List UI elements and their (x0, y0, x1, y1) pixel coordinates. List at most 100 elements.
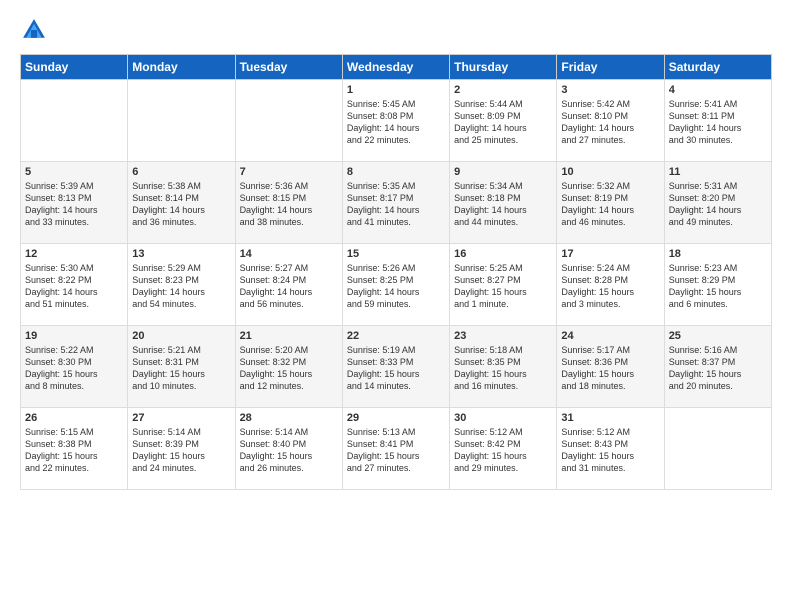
calendar-cell: 22 Sunrise: 5:19 AM Sunset: 8:33 PM Dayli… (342, 326, 449, 408)
day-info: Sunrise: 5:23 AM Sunset: 8:29 PM Dayligh… (669, 262, 767, 311)
day-info: Sunrise: 5:32 AM Sunset: 8:19 PM Dayligh… (561, 180, 659, 229)
calendar-cell: 30 Sunrise: 5:12 AM Sunset: 8:42 PM Dayli… (450, 408, 557, 490)
day-info: Sunrise: 5:38 AM Sunset: 8:14 PM Dayligh… (132, 180, 230, 229)
calendar-cell: 4 Sunrise: 5:41 AM Sunset: 8:11 PM Daylig… (664, 80, 771, 162)
day-info: Sunrise: 5:16 AM Sunset: 8:37 PM Dayligh… (669, 344, 767, 393)
day-info: Sunrise: 5:19 AM Sunset: 8:33 PM Dayligh… (347, 344, 445, 393)
day-number: 12 (25, 248, 123, 260)
day-number: 19 (25, 330, 123, 342)
calendar-cell: 25 Sunrise: 5:16 AM Sunset: 8:37 PM Dayli… (664, 326, 771, 408)
day-number: 7 (240, 166, 338, 178)
day-number: 25 (669, 330, 767, 342)
logo (20, 16, 52, 44)
day-number: 10 (561, 166, 659, 178)
weekday-header-monday: Monday (128, 55, 235, 80)
calendar-cell: 13Sunrise: 5:29 AM Sunset: 8:23 PM Dayli… (128, 244, 235, 326)
day-info: Sunrise: 5:39 AM Sunset: 8:13 PM Dayligh… (25, 180, 123, 229)
calendar-cell: 23 Sunrise: 5:18 AM Sunset: 8:35 PM Dayli… (450, 326, 557, 408)
day-info: Sunrise: 5:14 AM Sunset: 8:39 PM Dayligh… (132, 426, 230, 475)
day-info: Sunrise: 5:14 AM Sunset: 8:40 PM Dayligh… (240, 426, 338, 475)
calendar-cell: 7 Sunrise: 5:36 AM Sunset: 8:15 PM Daylig… (235, 162, 342, 244)
day-number: 1 (347, 84, 445, 96)
day-number: 22 (347, 330, 445, 342)
day-info: Sunrise: 5:21 AM Sunset: 8:31 PM Dayligh… (132, 344, 230, 393)
day-number: 17 (561, 248, 659, 260)
calendar-cell: 16 Sunrise: 5:25 AM Sunset: 8:27 PM Dayli… (450, 244, 557, 326)
calendar-cell: 27 Sunrise: 5:14 AM Sunset: 8:39 PM Dayli… (128, 408, 235, 490)
day-info: Sunrise: 5:18 AM Sunset: 8:35 PM Dayligh… (454, 344, 552, 393)
day-info: Sunrise: 5:13 AM Sunset: 8:41 PM Dayligh… (347, 426, 445, 475)
day-info: Sunrise: 5:41 AM Sunset: 8:11 PM Dayligh… (669, 98, 767, 147)
calendar-cell (235, 80, 342, 162)
day-number: 26 (25, 412, 123, 424)
weekday-header-friday: Friday (557, 55, 664, 80)
day-info: Sunrise: 5:15 AM Sunset: 8:38 PM Dayligh… (25, 426, 123, 475)
calendar-body: 1Sunrise: 5:45 AM Sunset: 8:08 PM Daylig… (21, 80, 772, 490)
day-info: Sunrise: 5:34 AM Sunset: 8:18 PM Dayligh… (454, 180, 552, 229)
header (20, 16, 772, 44)
calendar-week-row: 5 Sunrise: 5:39 AM Sunset: 8:13 PM Daylig… (21, 162, 772, 244)
weekday-row: SundayMondayTuesdayWednesdayThursdayFrid… (21, 55, 772, 80)
day-info: Sunrise: 5:12 AM Sunset: 8:42 PM Dayligh… (454, 426, 552, 475)
weekday-header-saturday: Saturday (664, 55, 771, 80)
calendar-cell: 18 Sunrise: 5:23 AM Sunset: 8:29 PM Dayli… (664, 244, 771, 326)
calendar-week-row: 12Sunrise: 5:30 AM Sunset: 8:22 PM Dayli… (21, 244, 772, 326)
day-info: Sunrise: 5:31 AM Sunset: 8:20 PM Dayligh… (669, 180, 767, 229)
weekday-header-sunday: Sunday (21, 55, 128, 80)
day-number: 9 (454, 166, 552, 178)
day-info: Sunrise: 5:44 AM Sunset: 8:09 PM Dayligh… (454, 98, 552, 147)
day-number: 23 (454, 330, 552, 342)
day-number: 21 (240, 330, 338, 342)
day-info: Sunrise: 5:12 AM Sunset: 8:43 PM Dayligh… (561, 426, 659, 475)
calendar-cell: 9 Sunrise: 5:34 AM Sunset: 8:18 PM Daylig… (450, 162, 557, 244)
weekday-header-thursday: Thursday (450, 55, 557, 80)
calendar-cell: 2Sunrise: 5:44 AM Sunset: 8:09 PM Daylig… (450, 80, 557, 162)
day-number: 15 (347, 248, 445, 260)
day-number: 11 (669, 166, 767, 178)
day-number: 8 (347, 166, 445, 178)
calendar-cell: 15Sunrise: 5:26 AM Sunset: 8:25 PM Dayli… (342, 244, 449, 326)
calendar-cell: 11 Sunrise: 5:31 AM Sunset: 8:20 PM Dayli… (664, 162, 771, 244)
day-info: Sunrise: 5:42 AM Sunset: 8:10 PM Dayligh… (561, 98, 659, 147)
calendar-cell: 20 Sunrise: 5:21 AM Sunset: 8:31 PM Dayli… (128, 326, 235, 408)
day-number: 18 (669, 248, 767, 260)
day-info: Sunrise: 5:20 AM Sunset: 8:32 PM Dayligh… (240, 344, 338, 393)
day-number: 16 (454, 248, 552, 260)
calendar-cell: 6 Sunrise: 5:38 AM Sunset: 8:14 PM Daylig… (128, 162, 235, 244)
calendar-cell (664, 408, 771, 490)
day-number: 24 (561, 330, 659, 342)
day-info: Sunrise: 5:36 AM Sunset: 8:15 PM Dayligh… (240, 180, 338, 229)
day-number: 20 (132, 330, 230, 342)
day-number: 30 (454, 412, 552, 424)
calendar-cell: 17 Sunrise: 5:24 AM Sunset: 8:28 PM Dayli… (557, 244, 664, 326)
calendar-week-row: 19 Sunrise: 5:22 AM Sunset: 8:30 PM Dayli… (21, 326, 772, 408)
day-number: 3 (561, 84, 659, 96)
calendar-cell: 31 Sunrise: 5:12 AM Sunset: 8:43 PM Dayli… (557, 408, 664, 490)
calendar-cell: 29 Sunrise: 5:13 AM Sunset: 8:41 PM Dayli… (342, 408, 449, 490)
weekday-header-wednesday: Wednesday (342, 55, 449, 80)
calendar-cell: 14 Sunrise: 5:27 AM Sunset: 8:24 PM Dayli… (235, 244, 342, 326)
day-info: Sunrise: 5:27 AM Sunset: 8:24 PM Dayligh… (240, 262, 338, 311)
day-info: Sunrise: 5:25 AM Sunset: 8:27 PM Dayligh… (454, 262, 552, 311)
day-number: 5 (25, 166, 123, 178)
day-number: 6 (132, 166, 230, 178)
calendar-cell: 10 Sunrise: 5:32 AM Sunset: 8:19 PM Dayli… (557, 162, 664, 244)
calendar-cell: 3 Sunrise: 5:42 AM Sunset: 8:10 PM Daylig… (557, 80, 664, 162)
calendar-cell: 8Sunrise: 5:35 AM Sunset: 8:17 PM Daylig… (342, 162, 449, 244)
day-number: 14 (240, 248, 338, 260)
calendar-cell: 12Sunrise: 5:30 AM Sunset: 8:22 PM Dayli… (21, 244, 128, 326)
day-number: 4 (669, 84, 767, 96)
day-info: Sunrise: 5:24 AM Sunset: 8:28 PM Dayligh… (561, 262, 659, 311)
day-number: 27 (132, 412, 230, 424)
day-info: Sunrise: 5:22 AM Sunset: 8:30 PM Dayligh… (25, 344, 123, 393)
calendar-cell: 19 Sunrise: 5:22 AM Sunset: 8:30 PM Dayli… (21, 326, 128, 408)
day-info: Sunrise: 5:17 AM Sunset: 8:36 PM Dayligh… (561, 344, 659, 393)
logo-icon (20, 16, 48, 44)
weekday-header-tuesday: Tuesday (235, 55, 342, 80)
day-number: 29 (347, 412, 445, 424)
calendar-header: SundayMondayTuesdayWednesdayThursdayFrid… (21, 55, 772, 80)
day-number: 28 (240, 412, 338, 424)
day-number: 31 (561, 412, 659, 424)
calendar-week-row: 26 Sunrise: 5:15 AM Sunset: 8:38 PM Dayli… (21, 408, 772, 490)
day-info: Sunrise: 5:29 AM Sunset: 8:23 PM Dayligh… (132, 262, 230, 311)
